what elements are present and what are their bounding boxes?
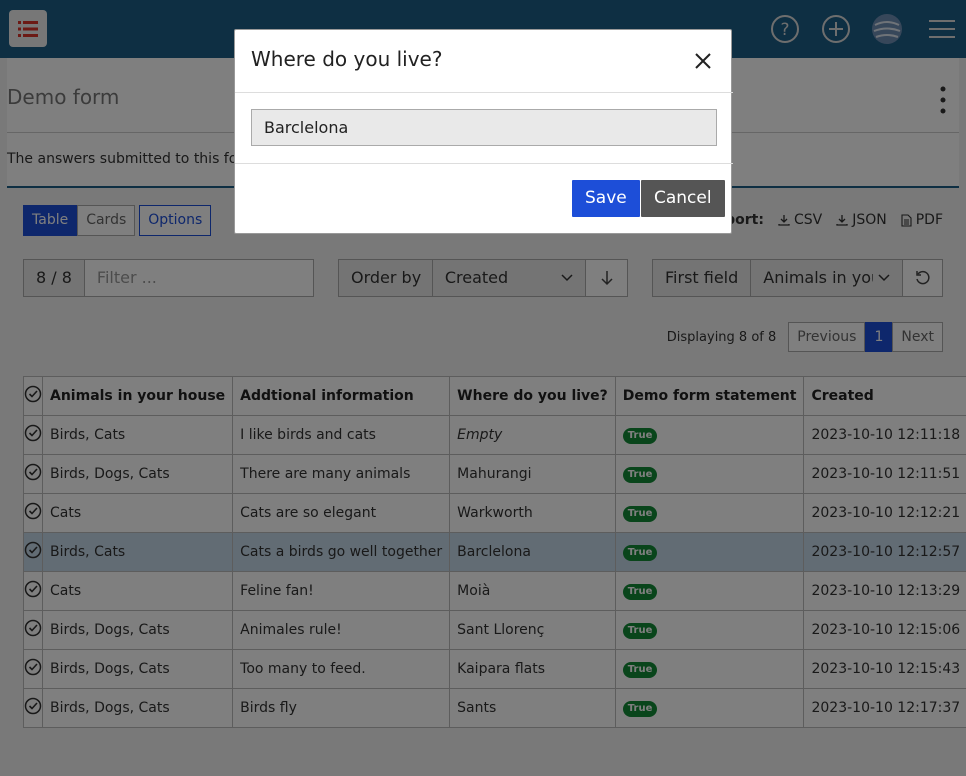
dialog-divider [235, 92, 733, 93]
save-button[interactable]: Save [572, 180, 640, 217]
cancel-button[interactable]: Cancel [641, 180, 725, 217]
edit-dialog: Where do you live? Save Cancel [234, 29, 733, 234]
location-input[interactable] [251, 109, 717, 146]
dialog-title: Where do you live? [251, 47, 443, 71]
dialog-divider [235, 163, 733, 164]
close-icon[interactable] [692, 50, 714, 72]
